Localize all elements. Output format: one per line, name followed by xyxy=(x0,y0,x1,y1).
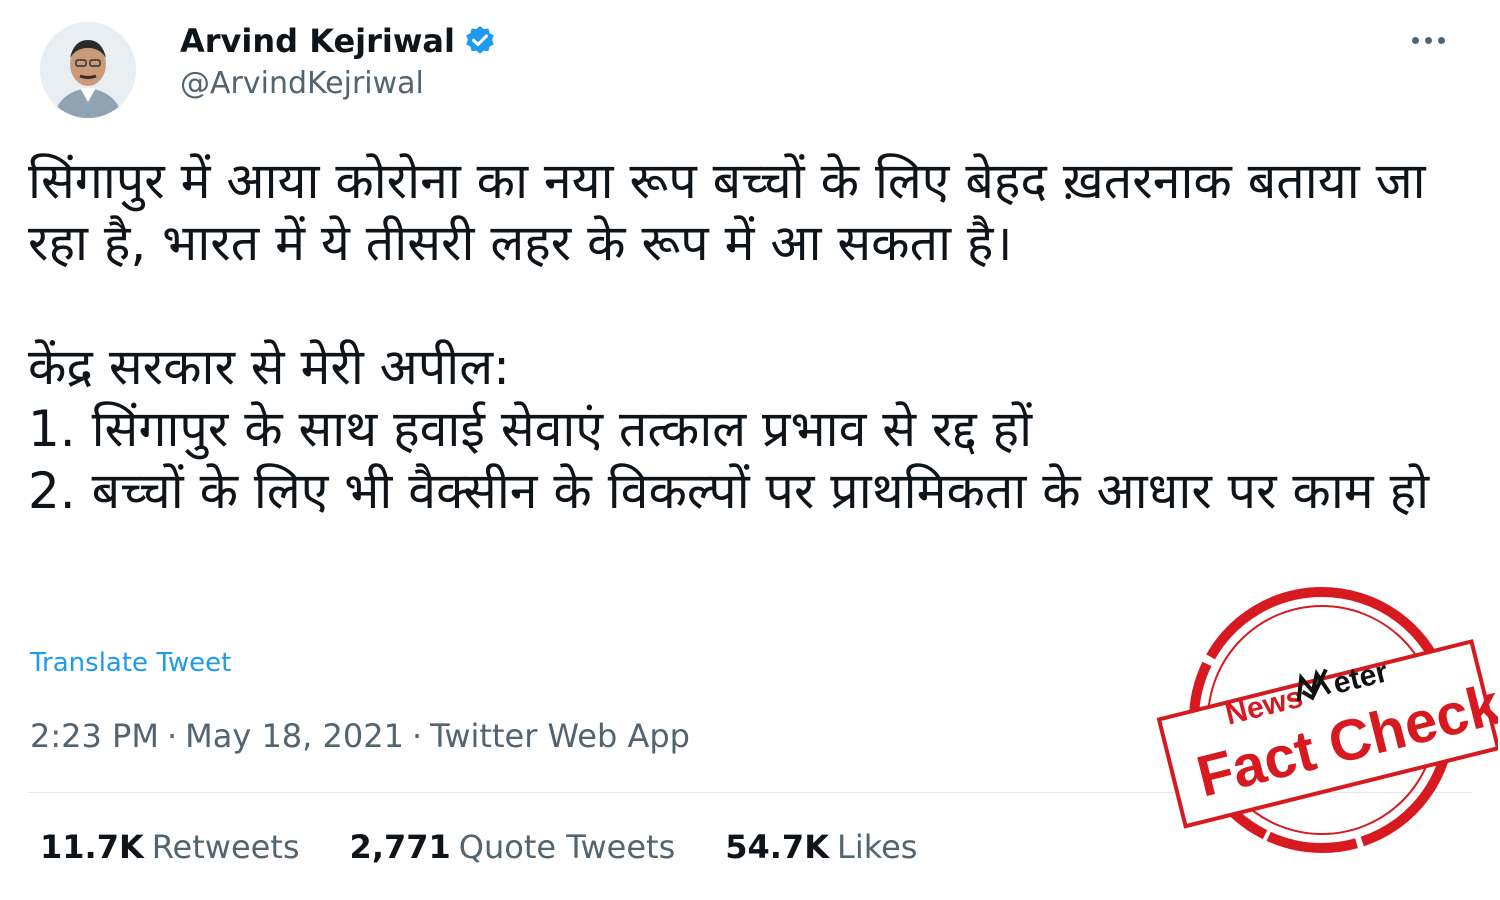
tweet-paragraph: सिंगापुर में आया कोरोना का नया रूप बच्चो… xyxy=(28,152,1426,272)
tweet-time[interactable]: 2:23 PM xyxy=(30,717,159,755)
retweets-count: 11.7K xyxy=(40,828,144,866)
tweet-text: सिंगापुर में आया कोरोना का नया रूप बच्चो… xyxy=(28,150,1468,522)
tweet-source[interactable]: Twitter Web App xyxy=(430,717,690,755)
quote-tweets-label: Quote Tweets xyxy=(458,828,676,866)
tweet-list-item: 2. बच्चों के लिए भी वैक्सीन के विकल्पों … xyxy=(28,462,1430,520)
avatar-portrait-icon xyxy=(40,22,136,118)
author-display-name[interactable]: Arvind Kejriwal xyxy=(180,22,455,60)
tweet-meta: 2:23 PM · May 18, 2021 · Twitter Web App xyxy=(30,717,690,755)
tweet-date[interactable]: May 18, 2021 xyxy=(185,717,404,755)
likes-stat[interactable]: 54.7K Likes xyxy=(725,828,917,866)
author-handle[interactable]: @ArvindKejriwal xyxy=(180,66,424,101)
quote-tweets-stat[interactable]: 2,771 Quote Tweets xyxy=(350,828,676,866)
avatar[interactable] xyxy=(40,22,136,118)
quote-tweets-count: 2,771 xyxy=(349,828,451,866)
retweets-stat[interactable]: 11.7K Retweets xyxy=(40,828,300,866)
meta-separator: · xyxy=(411,717,423,755)
retweets-label: Retweets xyxy=(151,828,300,866)
meta-separator: · xyxy=(166,717,178,755)
tweet-list-item: 1. सिंगापुर के साथ हवाई सेवाएं तत्काल प्… xyxy=(28,400,1033,458)
more-options-icon[interactable] xyxy=(1398,18,1458,62)
author-name-row[interactable]: Arvind Kejriwal xyxy=(180,22,497,60)
tweet-paragraph: केंद्र सरकार से मेरी अपील: xyxy=(28,338,510,396)
likes-count: 54.7K xyxy=(725,828,829,866)
verified-badge-icon xyxy=(463,24,497,58)
fact-check-stamp: News eter Fact Check xyxy=(1152,570,1498,870)
translate-tweet-link[interactable]: Translate Tweet xyxy=(30,648,231,678)
tweet-stats: 11.7K Retweets 2,771 Quote Tweets 54.7K Lik… xyxy=(40,828,917,866)
likes-label: Likes xyxy=(836,828,918,866)
